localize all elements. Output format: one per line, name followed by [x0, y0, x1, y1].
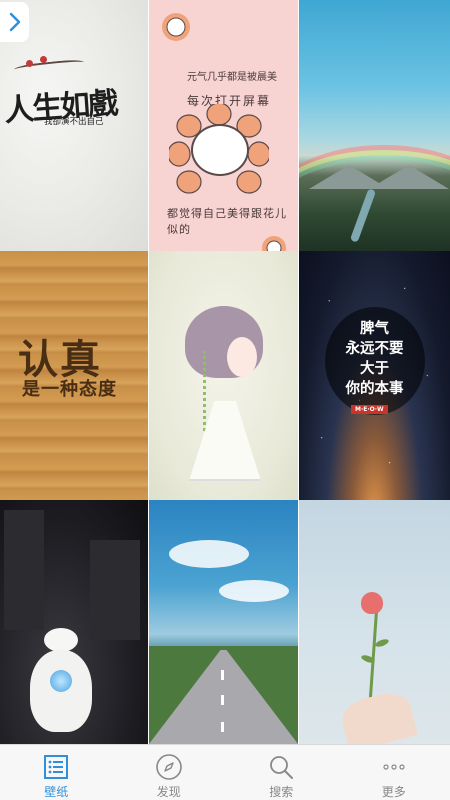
cartoon-face: [191, 124, 249, 176]
mini-flower-icon: [162, 13, 190, 41]
road-dash: [221, 670, 224, 680]
tab-label: 发现: [156, 785, 181, 799]
wallpaper-tile-rose[interactable]: [299, 500, 450, 744]
cartoon-text-line1: 元气几乎都是被晨美: [187, 72, 277, 83]
compass-icon: [154, 752, 184, 781]
wallpaper-tile-rainbow-landscape[interactable]: [299, 0, 450, 251]
girl-dress: [189, 401, 261, 481]
tab-more[interactable]: 更多: [338, 745, 450, 800]
wallpaper-tile-night-quote[interactable]: 脾气 永远不要 大于 你的本事 M·E·O·W: [299, 251, 450, 500]
tab-wallpaper[interactable]: 壁纸: [0, 745, 113, 800]
road-dash: [221, 695, 224, 705]
quote-line: 脾气: [360, 321, 389, 337]
tab-label: 搜索: [269, 785, 294, 799]
rose-stem: [368, 604, 379, 704]
quote-tag: M·E·O·W: [351, 405, 388, 414]
road-dash: [221, 722, 224, 732]
wallpaper-screen: 人生如戲 我卻演不出自己 元气几乎都是被晨美 每次打开屏幕 都觉得自己美得跟花儿…: [0, 0, 450, 800]
calligraphy-caption: 我卻演不出自己: [44, 117, 104, 127]
robot-glow: [50, 670, 72, 692]
tab-search[interactable]: 搜索: [225, 745, 338, 800]
wallpaper-list-icon: [41, 752, 71, 781]
tab-discover[interactable]: 发现: [113, 745, 226, 800]
tab-bar: 壁纸 发现 搜索 更多: [0, 744, 450, 800]
quote-line: 你的本事: [345, 381, 404, 397]
wallpaper-tile-robot[interactable]: [0, 500, 148, 744]
search-icon: [266, 752, 296, 781]
girl-face: [227, 337, 257, 377]
robot-head: [44, 628, 78, 652]
chevron-right-icon: [9, 12, 20, 32]
branch-decoration: [13, 58, 85, 76]
building-shape: [4, 510, 44, 630]
mountain-shape: [369, 165, 449, 189]
quote-line: 大于: [360, 361, 389, 377]
cloud-shape: [169, 540, 249, 568]
back-button[interactable]: [0, 2, 29, 42]
quote-line: 永远不要: [345, 341, 404, 357]
rose-leaf: [374, 637, 390, 649]
wallpaper-tile-braided-girl[interactable]: [149, 251, 298, 500]
hand-shape: [338, 688, 418, 744]
wallpaper-tile-flower-cartoon[interactable]: 元气几乎都是被晨美 每次打开屏幕 都觉得自己美得跟花儿似的: [149, 0, 298, 251]
rose-flower: [361, 592, 383, 614]
rainbow-decoration: [299, 145, 450, 251]
building-shape: [90, 540, 140, 640]
mini-flower-icon: [262, 236, 286, 251]
tab-label: 壁纸: [44, 785, 69, 799]
blossom-decoration: [40, 56, 47, 63]
more-dots-icon: [379, 752, 409, 781]
wallpaper-grid: 人生如戲 我卻演不出自己 元气几乎都是被晨美 每次打开屏幕 都觉得自己美得跟花儿…: [0, 0, 450, 744]
cloud-shape: [219, 580, 289, 602]
wood-subtitle: 是一种态度: [22, 379, 117, 400]
blossom-decoration: [26, 60, 33, 67]
wallpaper-tile-wood-text[interactable]: 认真 是一种态度: [0, 251, 148, 500]
wallpaper-tile-road[interactable]: [149, 500, 298, 744]
tab-label: 更多: [381, 785, 406, 799]
